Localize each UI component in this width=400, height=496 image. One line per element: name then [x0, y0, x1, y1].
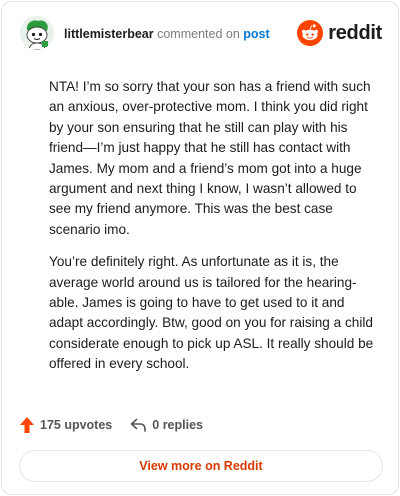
- comment-footer: 175 upvotes 0 replies: [20, 414, 203, 436]
- replies-count: 0 replies: [152, 418, 203, 432]
- view-more-button[interactable]: View more on Reddit: [19, 450, 383, 482]
- replies-stat[interactable]: 0 replies: [130, 418, 203, 432]
- comment-paragraph: NTA! I’m so sorry that your son has a fr…: [49, 79, 371, 237]
- reddit-snoo-icon: [297, 20, 324, 46]
- author-line: littlemisterbear commented on post: [64, 27, 270, 41]
- upvotes-stat[interactable]: 175 upvotes: [20, 417, 112, 433]
- reddit-wordmark: reddit: [328, 21, 382, 44]
- comment-header: littlemisterbear commented on post reddi…: [20, 16, 382, 52]
- user-avatar-icon[interactable]: [20, 16, 54, 50]
- comment-body: NTA! I’m so sorry that your son has a fr…: [49, 77, 379, 387]
- reply-arrow-icon: [130, 418, 147, 432]
- commented-on-label: commented on: [157, 27, 240, 41]
- author-name[interactable]: littlemisterbear: [64, 27, 154, 41]
- reddit-logo[interactable]: reddit: [297, 20, 382, 46]
- comment-embed-card: littlemisterbear commented on post reddi…: [1, 1, 399, 495]
- comment-paragraph: You’re definitely right. As unfortunate …: [49, 254, 374, 372]
- upvote-arrow-icon: [20, 417, 34, 433]
- upvotes-count: 175 upvotes: [40, 418, 113, 432]
- post-link[interactable]: post: [243, 27, 269, 41]
